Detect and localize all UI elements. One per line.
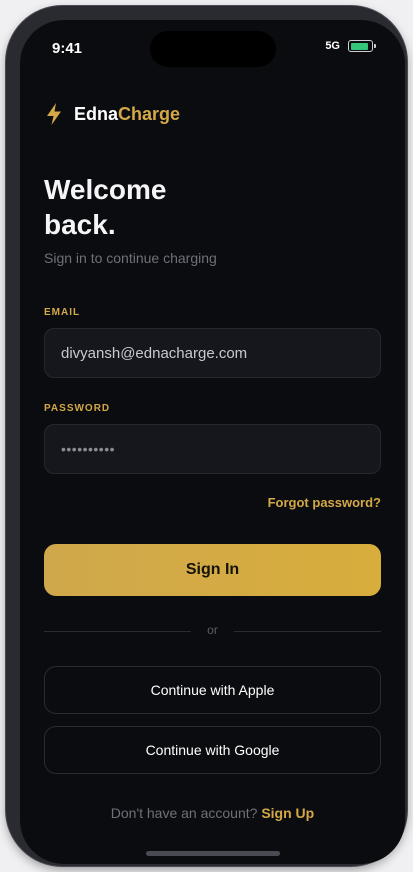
home-indicator[interactable] <box>146 851 280 856</box>
brand-logo: EdnaCharge <box>44 102 180 126</box>
brand-name-part1: Edna <box>74 103 119 124</box>
sign-in-button[interactable]: Sign In <box>44 544 381 596</box>
signal-label: 5G <box>325 40 340 52</box>
password-field[interactable]: •••••••••• <box>44 424 381 474</box>
status-time: 9:41 <box>52 40 83 57</box>
signup-prompt: Don't have an account? Sign Up <box>20 805 405 821</box>
divider-line-right <box>234 631 381 632</box>
forgot-password-link[interactable]: Forgot password? <box>268 495 381 510</box>
signup-prompt-text: Don't have an account? <box>110 805 258 821</box>
dynamic-island <box>150 31 276 67</box>
brand-name-part2: Charge <box>118 103 181 124</box>
page-subtitle: Sign in to continue charging <box>44 250 217 266</box>
email-label: EMAIL <box>44 307 81 318</box>
status-indicators: 5G <box>325 40 376 52</box>
page-title: Welcome back. <box>44 174 167 240</box>
phone-frame: 9:41 5G EdnaCharge Welcome back. Sign in… <box>6 6 407 866</box>
continue-with-apple-button[interactable]: Continue with Apple <box>44 666 381 714</box>
battery-icon <box>348 40 376 52</box>
divider-label: or <box>207 623 218 637</box>
continue-with-google-button[interactable]: Continue with Google <box>44 726 381 774</box>
brand-name: EdnaCharge <box>74 104 180 125</box>
battery-fill <box>350 42 368 50</box>
sign-up-link[interactable]: Sign Up <box>261 805 314 821</box>
lightning-bolt-icon <box>47 103 61 125</box>
password-label: PASSWORD <box>44 403 111 414</box>
email-field[interactable]: divyansh@ednacharge.com <box>44 328 381 378</box>
app-screen: 9:41 5G EdnaCharge Welcome back. Sign in… <box>20 20 405 864</box>
